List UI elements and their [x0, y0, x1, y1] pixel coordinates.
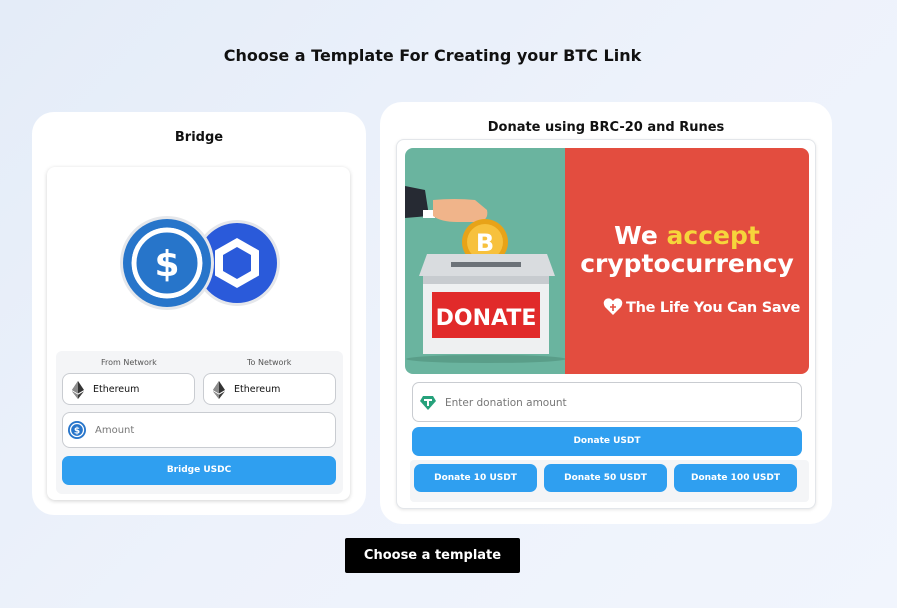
donate-template-card[interactable]: Donate using BRC-20 and Runes B DONATE W… [380, 102, 832, 524]
donation-amount-input[interactable]: Enter donation amount [412, 382, 802, 422]
bridge-template-card[interactable]: Bridge $ From Network To Network Ethereu… [32, 112, 366, 515]
usdc-icon: $ [68, 421, 86, 439]
ethereum-icon [213, 381, 225, 399]
from-network-select[interactable]: Ethereum [62, 373, 195, 405]
banner-headline-line2: cryptocurrency [580, 249, 794, 278]
donate-usdt-button[interactable]: Donate USDT [412, 427, 802, 456]
page-title: Choose a Template For Creating your BTC … [223, 46, 642, 65]
usdc-coin-icon: $ [120, 216, 214, 310]
to-network-value: Ethereum [234, 384, 281, 395]
choose-template-button[interactable]: Choose a template [345, 538, 520, 573]
to-network-label: To Network [247, 358, 292, 367]
bridge-preview: $ From Network To Network Ethereum Ether… [47, 167, 350, 500]
donate-box-label: DONATE [436, 306, 537, 331]
tether-icon [420, 396, 436, 410]
to-network-select[interactable]: Ethereum [203, 373, 336, 405]
from-network-label: From Network [101, 358, 157, 367]
amount-input[interactable]: $ Amount [62, 412, 336, 448]
svg-text:B: B [476, 229, 494, 257]
amount-placeholder: Amount [95, 425, 135, 436]
bridge-coins-illustration: $ [120, 216, 280, 310]
quick-donate-group: Donate 10 USDT Donate 50 USDT Donate 100… [410, 460, 809, 502]
donation-box-illustration: B DONATE [405, 186, 566, 363]
banner-headline-line1: We accept [614, 221, 760, 250]
donate-50-usdt-button[interactable]: Donate 50 USDT [544, 464, 667, 492]
svg-text:$: $ [154, 244, 179, 285]
donate-preview: B DONATE We accept cryptocurrency The Li… [396, 139, 816, 509]
banner-illustration: B DONATE [405, 148, 566, 374]
bridge-usdc-button[interactable]: Bridge USDC [62, 456, 336, 485]
svg-text:$: $ [74, 427, 80, 437]
donation-amount-placeholder: Enter donation amount [445, 397, 567, 409]
bridge-form: From Network To Network Ethereum Ethereu… [56, 351, 343, 494]
crypto-donation-banner: B DONATE We accept cryptocurrency The Li… [405, 148, 809, 374]
heart-logo-icon [603, 298, 623, 315]
donate-card-title: Donate using BRC-20 and Runes [487, 120, 725, 135]
bridge-card-title: Bridge [174, 130, 224, 145]
donate-100-usdt-button[interactable]: Donate 100 USDT [674, 464, 797, 492]
donate-10-usdt-button[interactable]: Donate 10 USDT [414, 464, 537, 492]
banner-text-panel: We accept cryptocurrency The Life You Ca… [565, 148, 809, 374]
ethereum-icon [72, 381, 84, 399]
from-network-value: Ethereum [93, 384, 140, 395]
